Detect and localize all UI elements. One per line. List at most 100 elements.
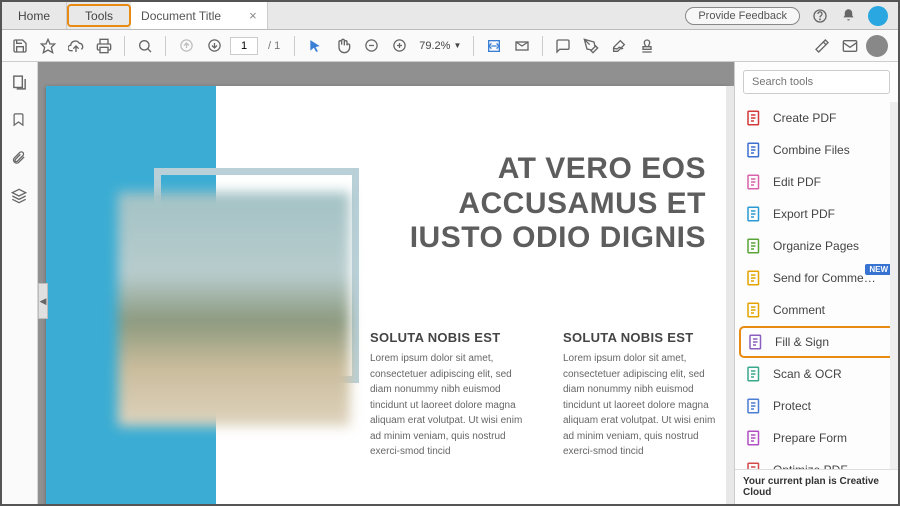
page-up-icon[interactable] <box>174 34 198 58</box>
print-icon[interactable] <box>92 34 116 58</box>
tools-panel: Create PDF Combine Files Edit PDF Export PD… <box>734 62 898 504</box>
tool-icon <box>745 461 763 469</box>
bookmark-icon[interactable] <box>11 112 29 130</box>
tool-icon <box>745 365 763 383</box>
page-down-icon[interactable] <box>202 34 226 58</box>
new-badge: NEW <box>865 264 892 275</box>
column-heading: SOLUTA NOBIS EST <box>370 330 535 345</box>
toolbar-separator <box>165 36 166 56</box>
toolbar-separator <box>473 36 474 56</box>
tool-label: Protect <box>773 399 811 413</box>
toolbar-separator <box>294 36 295 56</box>
tool-label: Create PDF <box>773 111 836 125</box>
tool-label: Export PDF <box>773 207 835 221</box>
tool-icon <box>745 141 763 159</box>
tool-icon <box>745 269 763 287</box>
tool-label: Combine Files <box>773 143 850 157</box>
left-rail <box>2 62 38 504</box>
close-tab-icon[interactable]: × <box>249 8 257 23</box>
collapse-left-rail-icon[interactable]: ◀ <box>38 283 48 319</box>
page-number-input[interactable] <box>230 37 258 55</box>
help-icon[interactable] <box>812 8 828 24</box>
tab-document-label: Document Title <box>141 9 221 23</box>
toolbar: / 1 79.2%▼ <box>2 30 898 62</box>
panel-scrollbar[interactable] <box>890 102 898 469</box>
tool-label: Comment <box>773 303 825 317</box>
find-icon[interactable] <box>133 34 157 58</box>
document-viewport[interactable]: AT VERO EOS ACCUSAMUS ET IUSTO ODIO DIGN… <box>38 62 734 504</box>
tool-icon <box>745 429 763 447</box>
plan-label: Your current plan is Creative Cloud <box>735 469 898 504</box>
tool-icon <box>745 173 763 191</box>
tab-document[interactable]: Document Title × <box>131 2 268 29</box>
toolbar-right <box>810 34 892 58</box>
stamp-icon[interactable] <box>635 34 659 58</box>
tool-item-send-for-comme-[interactable]: Send for Comme…NEW <box>735 262 898 294</box>
tool-label: Edit PDF <box>773 175 821 189</box>
layers-icon[interactable] <box>11 188 29 206</box>
thumbnails-icon[interactable] <box>11 74 29 92</box>
share-avatar[interactable] <box>866 35 888 57</box>
save-icon[interactable] <box>8 34 32 58</box>
tab-tools[interactable]: Tools <box>67 4 131 27</box>
search-tools-input[interactable] <box>743 70 890 94</box>
profile-avatar[interactable] <box>868 6 888 26</box>
tool-item-optimize-pdf[interactable]: Optimize PDF <box>735 454 898 469</box>
tool-label: Send for Comme… <box>773 271 876 285</box>
tool-item-export-pdf[interactable]: Export PDF <box>735 198 898 230</box>
tools-list: Create PDF Combine Files Edit PDF Export PD… <box>735 102 898 469</box>
page-total-label: / 1 <box>268 40 280 52</box>
tool-label: Prepare Form <box>773 431 847 445</box>
toolbar-separator <box>124 36 125 56</box>
page-scrollbar[interactable] <box>726 86 734 504</box>
tool-icon <box>745 237 763 255</box>
tool-item-edit-pdf[interactable]: Edit PDF <box>735 166 898 198</box>
zoom-in-icon[interactable] <box>387 34 411 58</box>
fit-width-icon[interactable] <box>482 34 506 58</box>
notifications-icon[interactable] <box>840 8 856 24</box>
headline-text: AT VERO EOS ACCUSAMUS ET IUSTO ODIO DIGN… <box>376 152 706 256</box>
tab-home[interactable]: Home <box>2 2 67 29</box>
header-right: Provide Feedback <box>685 2 898 29</box>
column-body: Lorem ipsum dolor sit amet, consectetuer… <box>370 351 535 460</box>
tool-icon <box>745 109 763 127</box>
toolbar-separator <box>542 36 543 56</box>
tool-item-scan-ocr[interactable]: Scan & OCR <box>735 358 898 390</box>
tool-item-combine-files[interactable]: Combine Files <box>735 134 898 166</box>
attachment-icon[interactable] <box>11 150 29 168</box>
hand-tool-icon[interactable] <box>331 34 355 58</box>
zoom-dropdown[interactable]: 79.2%▼ <box>415 40 465 52</box>
placeholder-image <box>118 192 350 426</box>
main-area: AT VERO EOS ACCUSAMUS ET IUSTO ODIO DIGN… <box>2 62 898 504</box>
tool-item-fill-sign[interactable]: Fill & Sign <box>739 326 894 358</box>
mail-icon[interactable] <box>838 34 862 58</box>
tool-label: Optimize PDF <box>773 463 848 469</box>
zoom-value: 79.2% <box>419 40 450 52</box>
tool-item-create-pdf[interactable]: Create PDF <box>735 102 898 134</box>
page-display-icon[interactable] <box>510 34 534 58</box>
tool-item-organize-pages[interactable]: Organize Pages <box>735 230 898 262</box>
tool-label: Organize Pages <box>773 239 859 253</box>
tool-item-protect[interactable]: Protect <box>735 390 898 422</box>
comment-icon[interactable] <box>551 34 575 58</box>
edit-icon[interactable] <box>810 34 834 58</box>
select-tool-icon[interactable] <box>303 34 327 58</box>
star-icon[interactable] <box>36 34 60 58</box>
zoom-out-icon[interactable] <box>359 34 383 58</box>
cloud-upload-icon[interactable] <box>64 34 88 58</box>
body-column-1: SOLUTA NOBIS EST Lorem ipsum dolor sit a… <box>370 330 535 460</box>
tool-icon <box>747 333 765 351</box>
tool-item-prepare-form[interactable]: Prepare Form <box>735 422 898 454</box>
feedback-button[interactable]: Provide Feedback <box>685 7 800 25</box>
tool-icon <box>745 301 763 319</box>
tool-label: Fill & Sign <box>775 335 829 349</box>
tool-icon <box>745 397 763 415</box>
tool-label: Scan & OCR <box>773 367 842 381</box>
tab-bar: Home Tools Document Title × Provide Feed… <box>2 2 898 30</box>
tool-item-comment[interactable]: Comment <box>735 294 898 326</box>
column-body: Lorem ipsum dolor sit amet, consectetuer… <box>563 351 728 460</box>
tool-icon <box>745 205 763 223</box>
sign-icon[interactable] <box>607 34 631 58</box>
highlight-icon[interactable] <box>579 34 603 58</box>
column-heading: SOLUTA NOBIS EST <box>563 330 728 345</box>
